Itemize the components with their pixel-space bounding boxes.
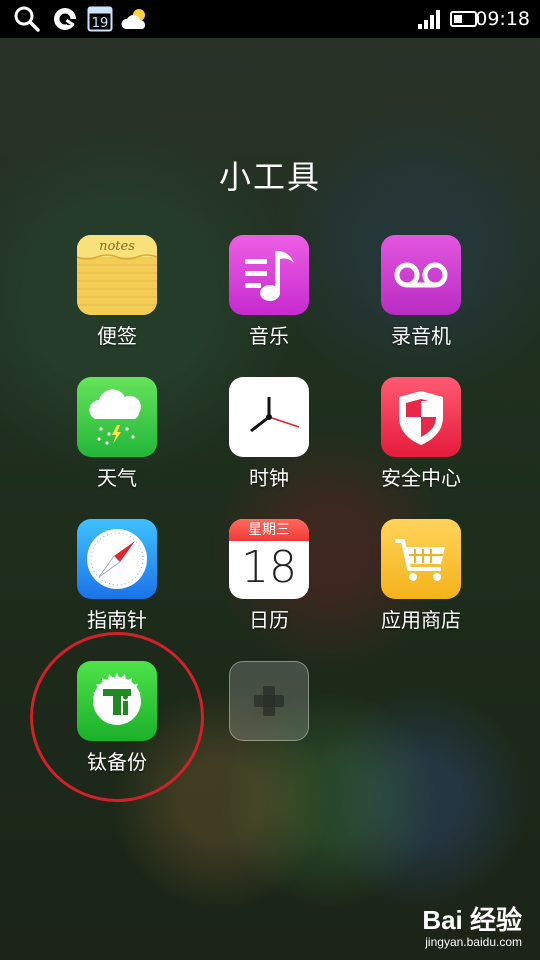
clock-icon: [229, 377, 309, 457]
search-icon: [12, 5, 42, 33]
q-app-icon: [50, 5, 80, 33]
app-music[interactable]: 音乐: [199, 235, 339, 349]
calendar-icon: 19: [86, 5, 114, 33]
weather-icon: [120, 5, 152, 33]
app-notes[interactable]: notes 便签: [47, 235, 187, 349]
app-clock[interactable]: 时钟: [199, 377, 339, 491]
highlight-circle: [30, 632, 204, 802]
app-label: 音乐: [249, 324, 289, 348]
app-label: 天气: [97, 466, 137, 490]
calendar-app-icon: 星期三 18: [229, 519, 309, 599]
app-weather[interactable]: 天气: [47, 377, 187, 491]
status-time: 09:18: [475, 8, 530, 30]
watermark-url: jingyan.baidu.com: [425, 935, 522, 949]
app-label: 时钟: [249, 466, 289, 490]
calendar-day: 18: [241, 542, 297, 593]
add-app-button[interactable]: [199, 661, 339, 741]
app-recorder[interactable]: 录音机: [351, 235, 491, 349]
watermark-brand: Bai 经验: [422, 905, 522, 935]
status-bar: 19 09:18: [0, 0, 540, 38]
app-store[interactable]: 应用商店: [351, 519, 491, 633]
plus-icon: [229, 661, 309, 741]
notes-icon: notes: [77, 235, 157, 315]
app-label: 录音机: [391, 324, 451, 348]
shield-icon: [381, 377, 461, 457]
signal-icon: [416, 5, 444, 33]
app-label: 应用商店: [381, 608, 461, 632]
app-calendar[interactable]: 星期三 18 日历: [199, 519, 339, 633]
app-label: 指南针: [87, 608, 147, 632]
weather-storm-icon: [77, 377, 157, 457]
voicemail-icon: [381, 235, 461, 315]
app-security[interactable]: 安全中心: [351, 377, 491, 491]
calendar-weekday: 星期三: [229, 519, 309, 541]
svg-text:notes: notes: [99, 239, 135, 254]
svg-text:19: 19: [92, 16, 109, 31]
folder-title[interactable]: 小工具: [0, 152, 540, 198]
app-compass[interactable]: 指南针: [47, 519, 187, 633]
app-label: 安全中心: [381, 466, 461, 490]
compass-icon: [77, 519, 157, 599]
baidu-watermark: Bai 经验 jingyan.baidu.com: [392, 900, 522, 949]
shopping-cart-icon: [381, 519, 461, 599]
app-label: 日历: [249, 608, 289, 632]
app-label: 便签: [97, 324, 137, 348]
music-icon: [229, 235, 309, 315]
